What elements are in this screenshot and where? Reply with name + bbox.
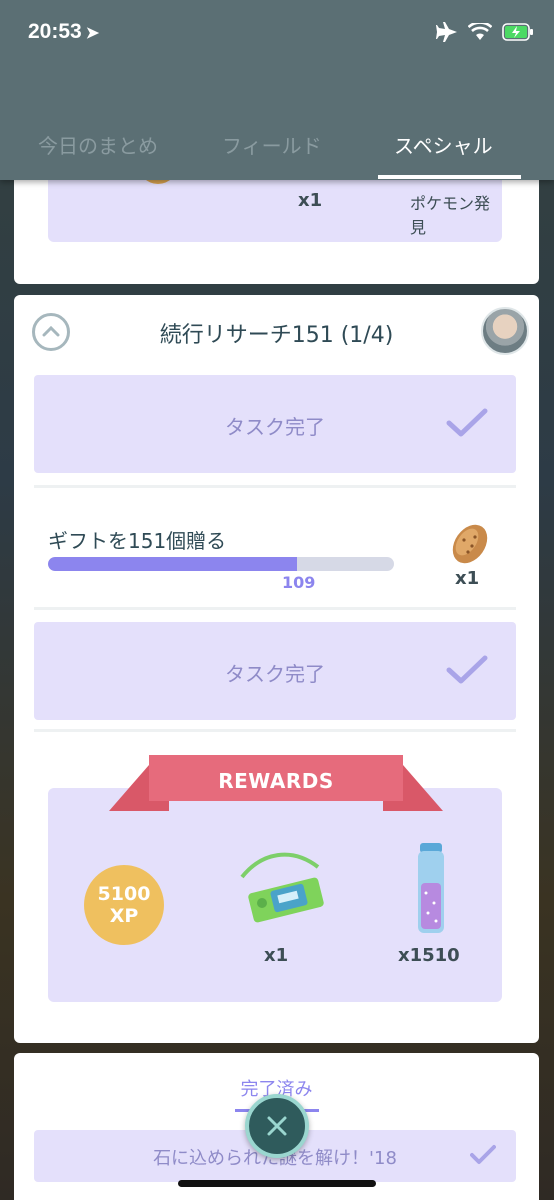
task-completed-1[interactable]: タスク完了 [34, 375, 516, 473]
professor-avatar [481, 307, 529, 355]
task-reward-qty: x1 [455, 568, 480, 589]
check-icon [446, 408, 488, 437]
divider [34, 485, 516, 488]
divider [34, 729, 516, 732]
status-icons [436, 22, 534, 42]
tab-today[interactable]: 今日のまとめ [38, 130, 158, 159]
research-card: 続行リサーチ151 (1/4) タスク完了 ギフトを151個贈る 109 x1 … [14, 295, 539, 1043]
task-progress-fill [48, 557, 298, 571]
previous-reward-label: ポケモン発見 [410, 194, 491, 237]
task-completed-label: タスク完了 [225, 662, 325, 686]
task-progress-bar [48, 557, 394, 571]
xp-unit: XP [109, 905, 139, 927]
tab-special[interactable]: スペシャル [394, 130, 493, 159]
previous-reward-qty: x1 [298, 190, 323, 211]
tab-active-underline [378, 175, 521, 179]
nanab-berry-icon [452, 524, 488, 564]
close-icon [267, 1116, 287, 1136]
xp-reward-badge: 5100 XP [84, 865, 164, 945]
task-completed-label: タスク完了 [225, 415, 325, 439]
check-icon [446, 655, 488, 684]
stardust-qty: x1510 [398, 945, 460, 966]
raid-pass-qty: x1 [264, 945, 289, 966]
check-icon [470, 1145, 496, 1164]
wifi-icon [468, 23, 492, 40]
status-time-text: 20:53 [28, 20, 82, 43]
airplane-icon [436, 22, 457, 42]
task-title: ギフトを151個贈る [48, 529, 227, 553]
divider [34, 607, 516, 610]
task-progress-value: 109 [282, 573, 316, 592]
raid-pass-icon [240, 852, 324, 923]
tab-field[interactable]: フィールド [222, 130, 322, 159]
close-button[interactable] [245, 1094, 309, 1158]
stardust-vial-icon [418, 843, 444, 933]
status-time: 20:53 ➤ [28, 20, 99, 44]
header: 20:53 ➤ 今日のまとめ フィールド スペシャル [0, 0, 554, 180]
rewards-label: REWARDS [218, 769, 334, 793]
research-title: 続行リサーチ151 (1/4) [159, 323, 394, 348]
xp-value: 5100 [97, 883, 151, 905]
tab-bar: 今日のまとめ フィールド スペシャル [0, 118, 554, 180]
home-indicator [178, 1180, 376, 1187]
location-arrow-icon: ➤ [85, 25, 100, 42]
task-completed-2[interactable]: タスク完了 [34, 622, 516, 720]
battery-charging-icon [502, 23, 533, 41]
